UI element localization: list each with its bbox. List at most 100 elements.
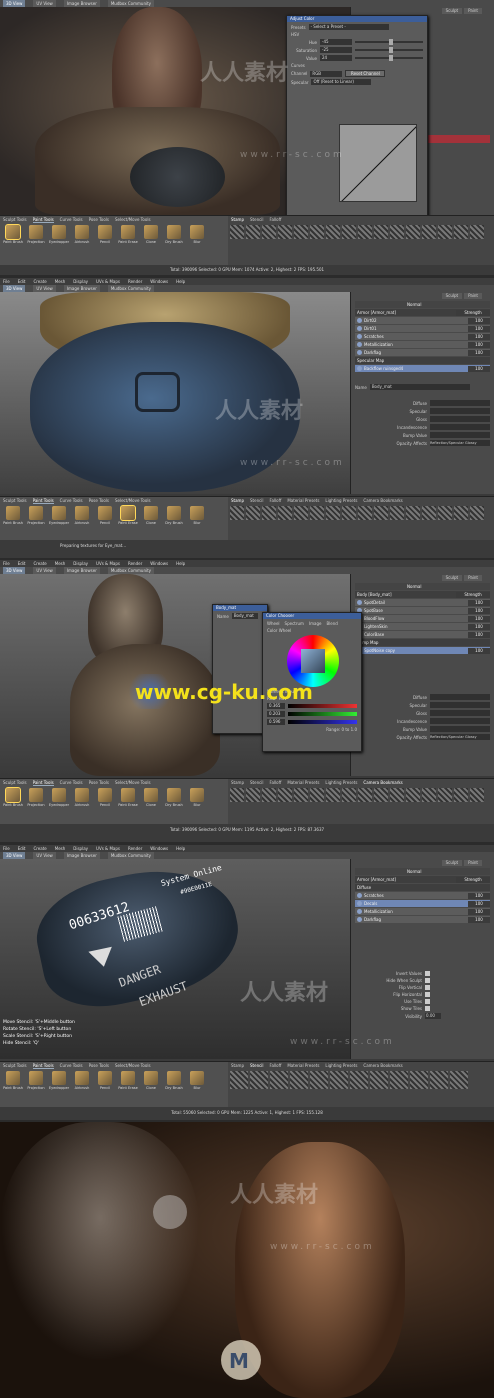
tab-uv-view[interactable]: UV View	[33, 285, 56, 292]
tab-mudbox-community[interactable]: Mudbox Community	[107, 852, 155, 859]
stamp-thumb[interactable]	[310, 225, 324, 239]
tab-3d-view[interactable]: 3D View	[3, 852, 26, 859]
stamp-thumb[interactable]	[246, 225, 260, 239]
channel-dropdown[interactable]: RGB	[310, 70, 343, 77]
tool-pencil[interactable]: Pencil	[95, 506, 115, 525]
menu-display[interactable]: Display	[73, 561, 88, 566]
blend-mode-dropdown[interactable]: Normal	[407, 584, 421, 589]
stamp-thumb[interactable]	[230, 506, 244, 520]
layer-row[interactable]: SpotDetail 100	[355, 599, 490, 606]
use-tiles-checkbox[interactable]	[425, 999, 430, 1004]
menu-windows[interactable]: Windows	[150, 846, 168, 851]
gloss-swatch[interactable]	[430, 416, 490, 422]
menu-render[interactable]: Render	[128, 279, 142, 284]
tool-airbrush[interactable]: Airbrush	[72, 1071, 92, 1090]
shelf-tab-pose-tools[interactable]: Pose Tools	[89, 1063, 109, 1068]
blend-mode-dropdown[interactable]: Normal	[407, 869, 421, 874]
saturation-slider[interactable]	[355, 47, 423, 53]
eye-icon[interactable]	[357, 600, 362, 605]
tool-pencil[interactable]: Pencil	[95, 225, 115, 244]
invert-values-checkbox[interactable]	[425, 971, 430, 976]
tool-airbrush[interactable]: Airbrush	[72, 788, 92, 807]
layer-row[interactable]: Scratches 100	[355, 333, 490, 340]
eye-icon[interactable]	[357, 318, 362, 323]
stamp-thumb[interactable]	[406, 506, 420, 520]
layer-row[interactable]: Darkflag 100	[355, 349, 490, 356]
tool-paint-erase[interactable]: Paint Erase	[118, 1071, 138, 1090]
range-dropdown[interactable]: Range: 0 to 1.0	[326, 727, 357, 732]
eye-icon[interactable]	[357, 350, 362, 355]
tool-paint-brush[interactable]: Paint Brush	[3, 506, 23, 525]
stamp-thumb[interactable]	[342, 225, 356, 239]
eye-icon[interactable]	[357, 917, 362, 922]
diffuse-swatch[interactable]	[430, 400, 490, 406]
tool-dry-brush[interactable]: Dry Brush	[164, 506, 184, 525]
tray-tab-lighting-presets[interactable]: Lighting Presets	[325, 780, 357, 785]
shelf-tab-curve-tools[interactable]: Curve Tools	[60, 1063, 83, 1068]
shelf-tab-sculpt-tools[interactable]: Sculpt Tools	[3, 217, 27, 222]
tab-image-browser[interactable]: Image Browser	[63, 285, 100, 292]
stamp-thumb[interactable]	[438, 506, 452, 520]
hsv-checkbox-label[interactable]: HSV	[291, 32, 299, 37]
menu-help[interactable]: Help	[176, 846, 185, 851]
tab-paint[interactable]: Paint	[464, 8, 482, 14]
tab-mudbox-community[interactable]: Mudbox Community	[107, 567, 155, 574]
stamp-thumb[interactable]	[246, 506, 260, 520]
stamp-thumb[interactable]	[374, 225, 388, 239]
layer-row[interactable]: SpotBase 100	[355, 607, 490, 614]
stamp-thumb[interactable]	[454, 788, 468, 802]
menu-create[interactable]: Create	[33, 279, 46, 284]
stamp-thumb[interactable]	[358, 788, 372, 802]
tool-clone[interactable]: Clone	[141, 788, 161, 807]
tool-blur[interactable]: Blur	[187, 225, 207, 244]
stamp-thumb[interactable]	[438, 225, 452, 239]
red-slider[interactable]	[288, 704, 357, 708]
tab-mudbox-community[interactable]: Mudbox Community	[107, 285, 155, 292]
tab-paint[interactable]: Paint	[464, 575, 482, 581]
tool-paint-brush[interactable]: Paint Brush	[3, 1071, 23, 1090]
tool-eyedropper[interactable]: Eyedropper	[49, 225, 69, 244]
eye-icon[interactable]	[357, 366, 362, 371]
stamp-thumb[interactable]	[358, 506, 372, 520]
stencil-thumb[interactable]	[330, 1071, 348, 1089]
stamp-thumb[interactable]	[246, 788, 260, 802]
rgb-tab[interactable]: RGB	[267, 696, 276, 701]
stamp-thumb[interactable]	[342, 506, 356, 520]
stamp-thumb[interactable]	[342, 788, 356, 802]
name-field[interactable]: Body_mat	[369, 384, 470, 390]
stencil-thumb[interactable]	[250, 1071, 268, 1089]
tool-airbrush[interactable]: Airbrush	[72, 225, 92, 244]
tab-paint[interactable]: Paint	[464, 860, 482, 866]
tab-spectrum[interactable]: Spectrum	[285, 621, 304, 626]
stamp-thumb[interactable]	[390, 506, 404, 520]
stencil-thumb[interactable]	[310, 1071, 328, 1089]
layer-row[interactable]: Dirt02 100	[355, 317, 490, 324]
menu-help[interactable]: Help	[176, 279, 185, 284]
menu-file[interactable]: File	[3, 561, 10, 566]
tab-mudbox-community[interactable]: Mudbox Community	[107, 0, 155, 7]
tray-tab-camera-bookmarks[interactable]: Camera Bookmarks	[363, 780, 402, 785]
shelf-tab-select-move-tools[interactable]: Select/Move Tools	[115, 1063, 151, 1068]
tab-3d-view[interactable]: 3D View	[3, 285, 26, 292]
blend-mode-dropdown[interactable]: Normal	[407, 302, 421, 307]
value-slider[interactable]	[355, 55, 423, 61]
tray-tab-stamp[interactable]: Stamp	[231, 498, 244, 503]
tool-dry-brush[interactable]: Dry Brush	[164, 1071, 184, 1090]
shelf-tab-curve-tools[interactable]: Curve Tools	[60, 780, 83, 785]
menu-render[interactable]: Render	[128, 561, 142, 566]
tool-paint-brush[interactable]: Paint Brush	[3, 224, 23, 244]
stamp-thumb[interactable]	[278, 506, 292, 520]
layer-row[interactable]: Scratches 100	[355, 892, 490, 899]
blue-slider[interactable]	[288, 720, 357, 724]
red-input[interactable]: 0.365	[267, 703, 285, 709]
opacity-affects-dropdown[interactable]: Reflection/Specular Glossy	[430, 440, 490, 446]
tab-sculpt[interactable]: Sculpt	[441, 293, 463, 299]
shelf-tab-pose-tools[interactable]: Pose Tools	[89, 498, 109, 503]
stencil-thumb[interactable]	[410, 1071, 428, 1089]
tool-pencil[interactable]: Pencil	[95, 1071, 115, 1090]
specular-dropdown[interactable]: Off (Reset to Linear)	[311, 79, 372, 85]
tab-image-browser[interactable]: Image Browser	[63, 0, 100, 7]
tray-tab-material-presets[interactable]: Material Presets	[287, 498, 319, 503]
stencil-thumb[interactable]	[370, 1071, 388, 1089]
tool-blur[interactable]: Blur	[187, 788, 207, 807]
